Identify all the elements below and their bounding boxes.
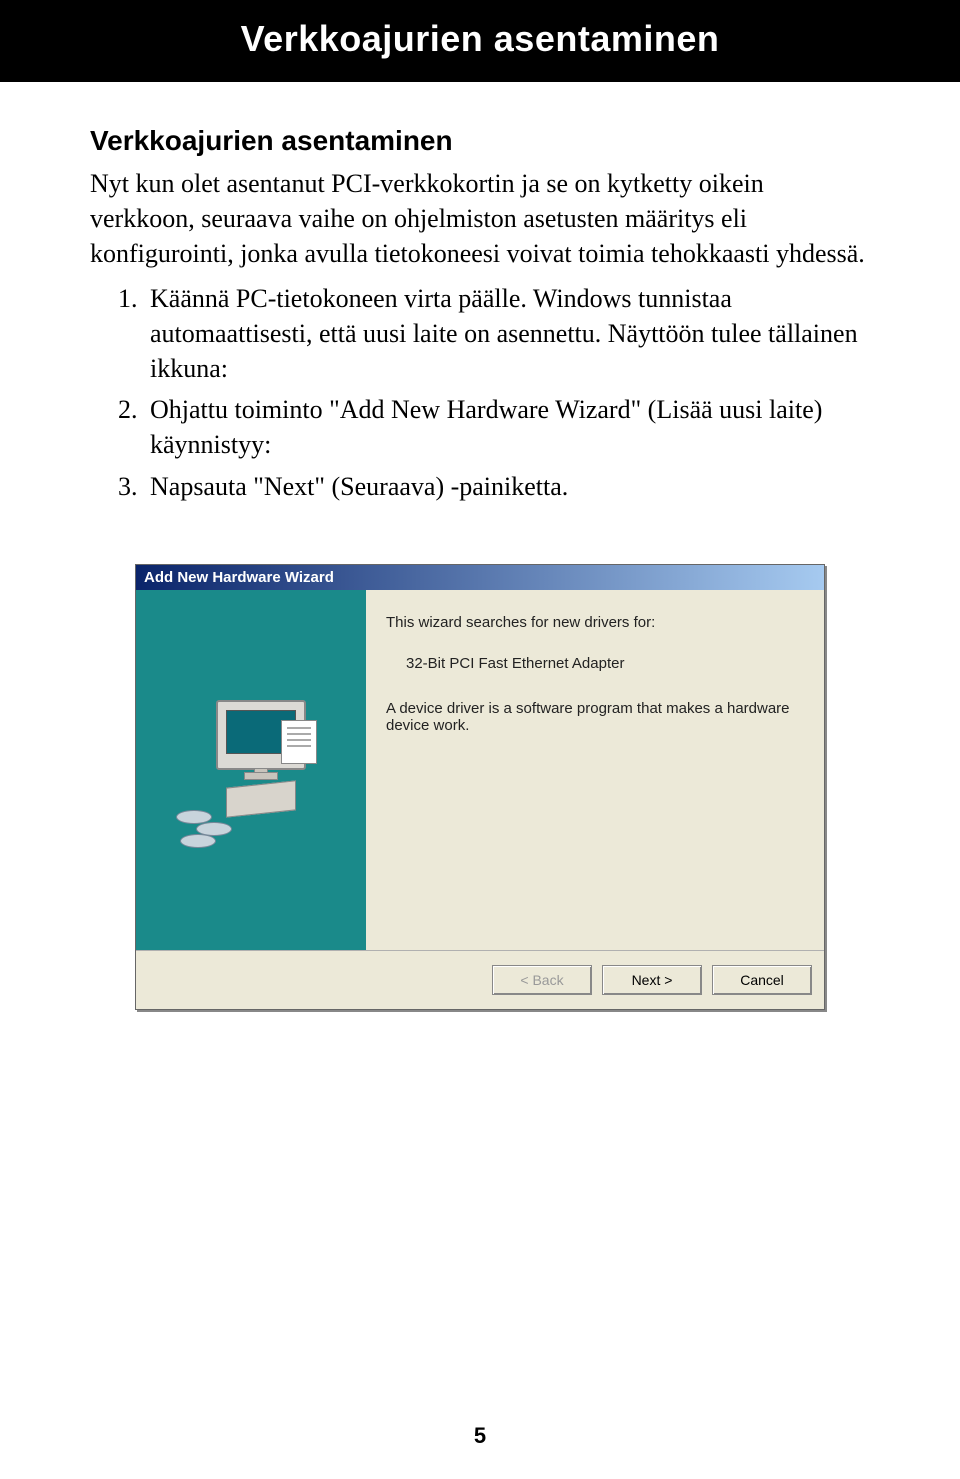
wizard-window: Add New Hardware Wizard T: [135, 564, 825, 1010]
wizard-text-intro: This wizard searches for new drivers for…: [386, 614, 804, 631]
section-heading: Verkkoajurien asentaminen: [90, 122, 870, 160]
next-button[interactable]: Next >: [602, 965, 702, 995]
computer-icon: [176, 690, 326, 850]
page-number: 5: [0, 1423, 960, 1449]
wizard-left-panel: [136, 590, 366, 950]
step-item: Napsauta "Next" (Seuraava) -painiketta.: [144, 469, 870, 504]
wizard-main: This wizard searches for new drivers for…: [136, 590, 824, 951]
cancel-button[interactable]: Cancel: [712, 965, 812, 995]
back-button[interactable]: < Back: [492, 965, 592, 995]
step-list: Käännä PC-tietokoneen virta päälle. Wind…: [90, 281, 870, 504]
intro-paragraph: Nyt kun olet asentanut PCI-verkkokortin …: [90, 166, 870, 271]
page-content: Verkkoajurien asentaminen Nyt kun olet a…: [0, 122, 960, 504]
banner-title: Verkkoajurien asentaminen: [0, 18, 960, 60]
wizard-titlebar: Add New Hardware Wizard: [136, 565, 824, 590]
wizard-button-row: < Back Next > Cancel: [136, 951, 824, 1009]
page-banner: Verkkoajurien asentaminen: [0, 0, 960, 82]
wizard-body: This wizard searches for new drivers for…: [136, 590, 824, 1009]
step-item: Ohjattu toiminto "Add New Hardware Wizar…: [144, 392, 870, 462]
wizard-text-device: 32-Bit PCI Fast Ethernet Adapter: [406, 655, 804, 672]
step-item: Käännä PC-tietokoneen virta päälle. Wind…: [144, 281, 870, 386]
wizard-text-desc: A device driver is a software program th…: [386, 700, 804, 734]
wizard-screenshot: Add New Hardware Wizard T: [0, 564, 960, 1010]
wizard-right-panel: This wizard searches for new drivers for…: [366, 590, 824, 950]
